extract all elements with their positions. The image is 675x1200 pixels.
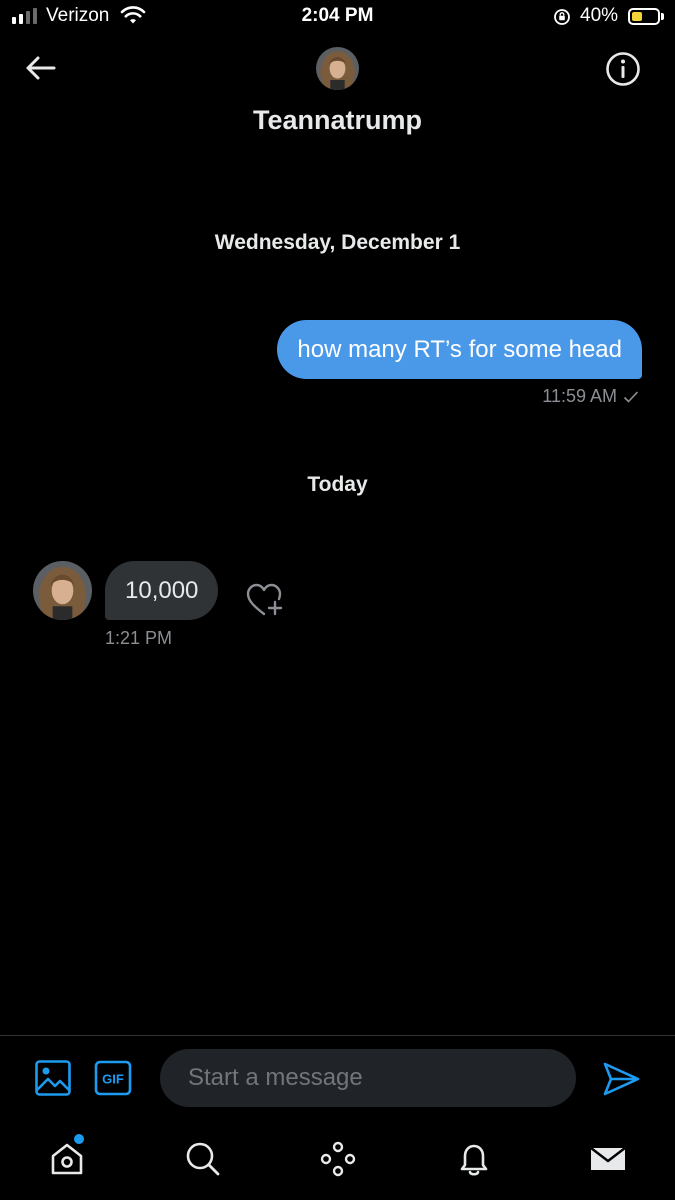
battery-icon [628, 8, 660, 25]
back-button[interactable] [20, 50, 60, 86]
home-icon [51, 1143, 83, 1175]
composer-divider [0, 1035, 675, 1036]
avatar-image [316, 47, 359, 90]
bell-icon [460, 1144, 488, 1176]
message-text: 10,000 [125, 576, 199, 604]
message-meta: 11:59 AM [542, 386, 639, 407]
status-bar: Verizon 2:04 PM 40% [0, 0, 675, 36]
date-divider: Wednesday, December 1 [214, 231, 461, 254]
tab-search[interactable] [181, 1137, 225, 1181]
message-time: 11:59 AM [542, 386, 617, 406]
tab-home[interactable] [45, 1137, 89, 1181]
clock: 2:04 PM [301, 5, 374, 26]
message-text: how many RT’s for some head [297, 335, 622, 363]
battery-tip [661, 13, 664, 20]
conversation-title: Teannatrump [252, 105, 422, 135]
heart-plus-icon [246, 583, 283, 616]
message-input[interactable] [160, 1049, 576, 1107]
checkmark-icon [623, 390, 639, 403]
tab-notifications[interactable] [452, 1137, 496, 1181]
info-icon [606, 52, 640, 86]
send-icon [603, 1062, 640, 1096]
mail-icon [590, 1147, 626, 1170]
received-message-bubble[interactable]: 10,000 [105, 561, 219, 620]
rotation-lock-icon [553, 8, 571, 31]
message-time: 1:21 PM [105, 628, 173, 648]
image-icon [35, 1060, 71, 1096]
react-button[interactable] [245, 581, 287, 621]
date-divider: Today [307, 473, 368, 496]
add-gif-button[interactable]: GIF [94, 1060, 132, 1096]
search-icon [186, 1142, 220, 1176]
tab-spaces[interactable] [316, 1137, 360, 1181]
tab-messages[interactable] [586, 1137, 630, 1181]
send-button[interactable] [601, 1059, 641, 1099]
sender-avatar[interactable] [33, 561, 92, 620]
gif-label: GIF [102, 1072, 124, 1087]
add-media-button[interactable] [34, 1059, 72, 1097]
gif-icon: GIF [94, 1060, 132, 1096]
battery-percent: 40% [580, 5, 619, 26]
sent-message-bubble[interactable]: how many RT’s for some head [277, 320, 642, 379]
battery-fill [632, 12, 642, 21]
notification-dot [74, 1134, 84, 1144]
header-avatar[interactable] [316, 47, 359, 90]
info-button[interactable] [602, 48, 644, 90]
back-arrow-icon [26, 56, 56, 80]
avatar-image [33, 561, 92, 620]
spaces-icon [320, 1141, 356, 1177]
